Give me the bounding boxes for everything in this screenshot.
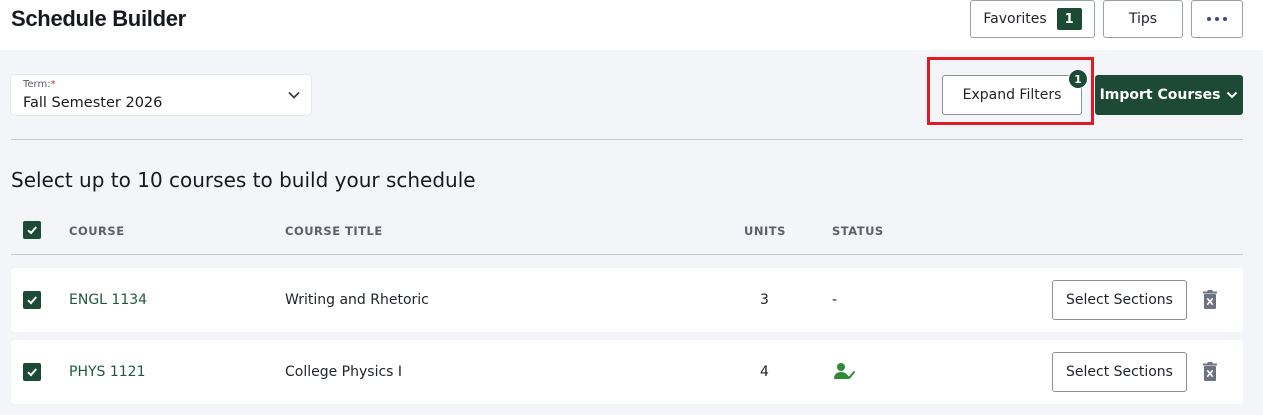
- more-options-button[interactable]: [1191, 0, 1243, 38]
- column-header-course: COURSE: [69, 224, 125, 238]
- table-row: PHYS 1121 College Physics I 4 Select Sec…: [11, 340, 1243, 404]
- course-units: 3: [760, 292, 769, 308]
- top-bar: Schedule Builder Favorites 1 Tips: [0, 0, 1263, 50]
- table-header-divider: [11, 254, 1243, 255]
- table-row: ENGL 1134 Writing and Rhetoric 3 - Selec…: [11, 268, 1243, 332]
- term-select[interactable]: Term:* Fall Semester 2026: [11, 75, 311, 115]
- import-courses-label: Import Courses: [1099, 87, 1221, 103]
- course-title: College Physics I: [285, 364, 403, 380]
- course-status: -: [832, 292, 838, 308]
- favorites-button[interactable]: Favorites 1: [970, 0, 1095, 38]
- checkmark-icon: [27, 296, 37, 305]
- checkmark-icon: [27, 226, 37, 235]
- more-horizontal-icon: [1207, 17, 1227, 21]
- person-check-icon: [834, 363, 856, 380]
- section-divider: [11, 139, 1243, 140]
- course-code-link[interactable]: ENGL 1134: [69, 292, 147, 308]
- favorites-count-badge: 1: [1056, 8, 1082, 30]
- column-header-status: STATUS: [832, 224, 884, 238]
- course-units: 4: [760, 364, 769, 380]
- instructions-text: Select up to 10 courses to build your sc…: [11, 168, 476, 192]
- term-label: Term:*: [23, 79, 56, 90]
- course-title: Writing and Rhetoric: [285, 292, 429, 308]
- column-header-course-title: COURSE TITLE: [285, 224, 383, 238]
- term-value: Fall Semester 2026: [23, 95, 163, 111]
- row-checkbox[interactable]: [23, 291, 41, 309]
- active-filters-badge: 1: [1068, 69, 1088, 89]
- select-sections-button[interactable]: Select Sections: [1052, 280, 1187, 320]
- chevron-down-icon: [288, 91, 300, 99]
- tips-button[interactable]: Tips: [1103, 0, 1183, 38]
- page-title: Schedule Builder: [11, 6, 186, 31]
- favorites-label: Favorites: [983, 11, 1047, 27]
- course-code-link[interactable]: PHYS 1121: [69, 364, 146, 380]
- chevron-down-icon: [1227, 91, 1238, 99]
- select-all-checkbox[interactable]: [23, 221, 41, 239]
- expand-filters-button[interactable]: Expand Filters: [942, 75, 1082, 115]
- row-checkbox[interactable]: [23, 363, 41, 381]
- checkmark-icon: [27, 368, 37, 377]
- column-header-units: UNITS: [744, 224, 786, 238]
- trash-icon[interactable]: [1201, 290, 1219, 310]
- trash-icon[interactable]: [1201, 362, 1219, 382]
- import-courses-button[interactable]: Import Courses: [1095, 75, 1243, 115]
- select-sections-button[interactable]: Select Sections: [1052, 352, 1187, 392]
